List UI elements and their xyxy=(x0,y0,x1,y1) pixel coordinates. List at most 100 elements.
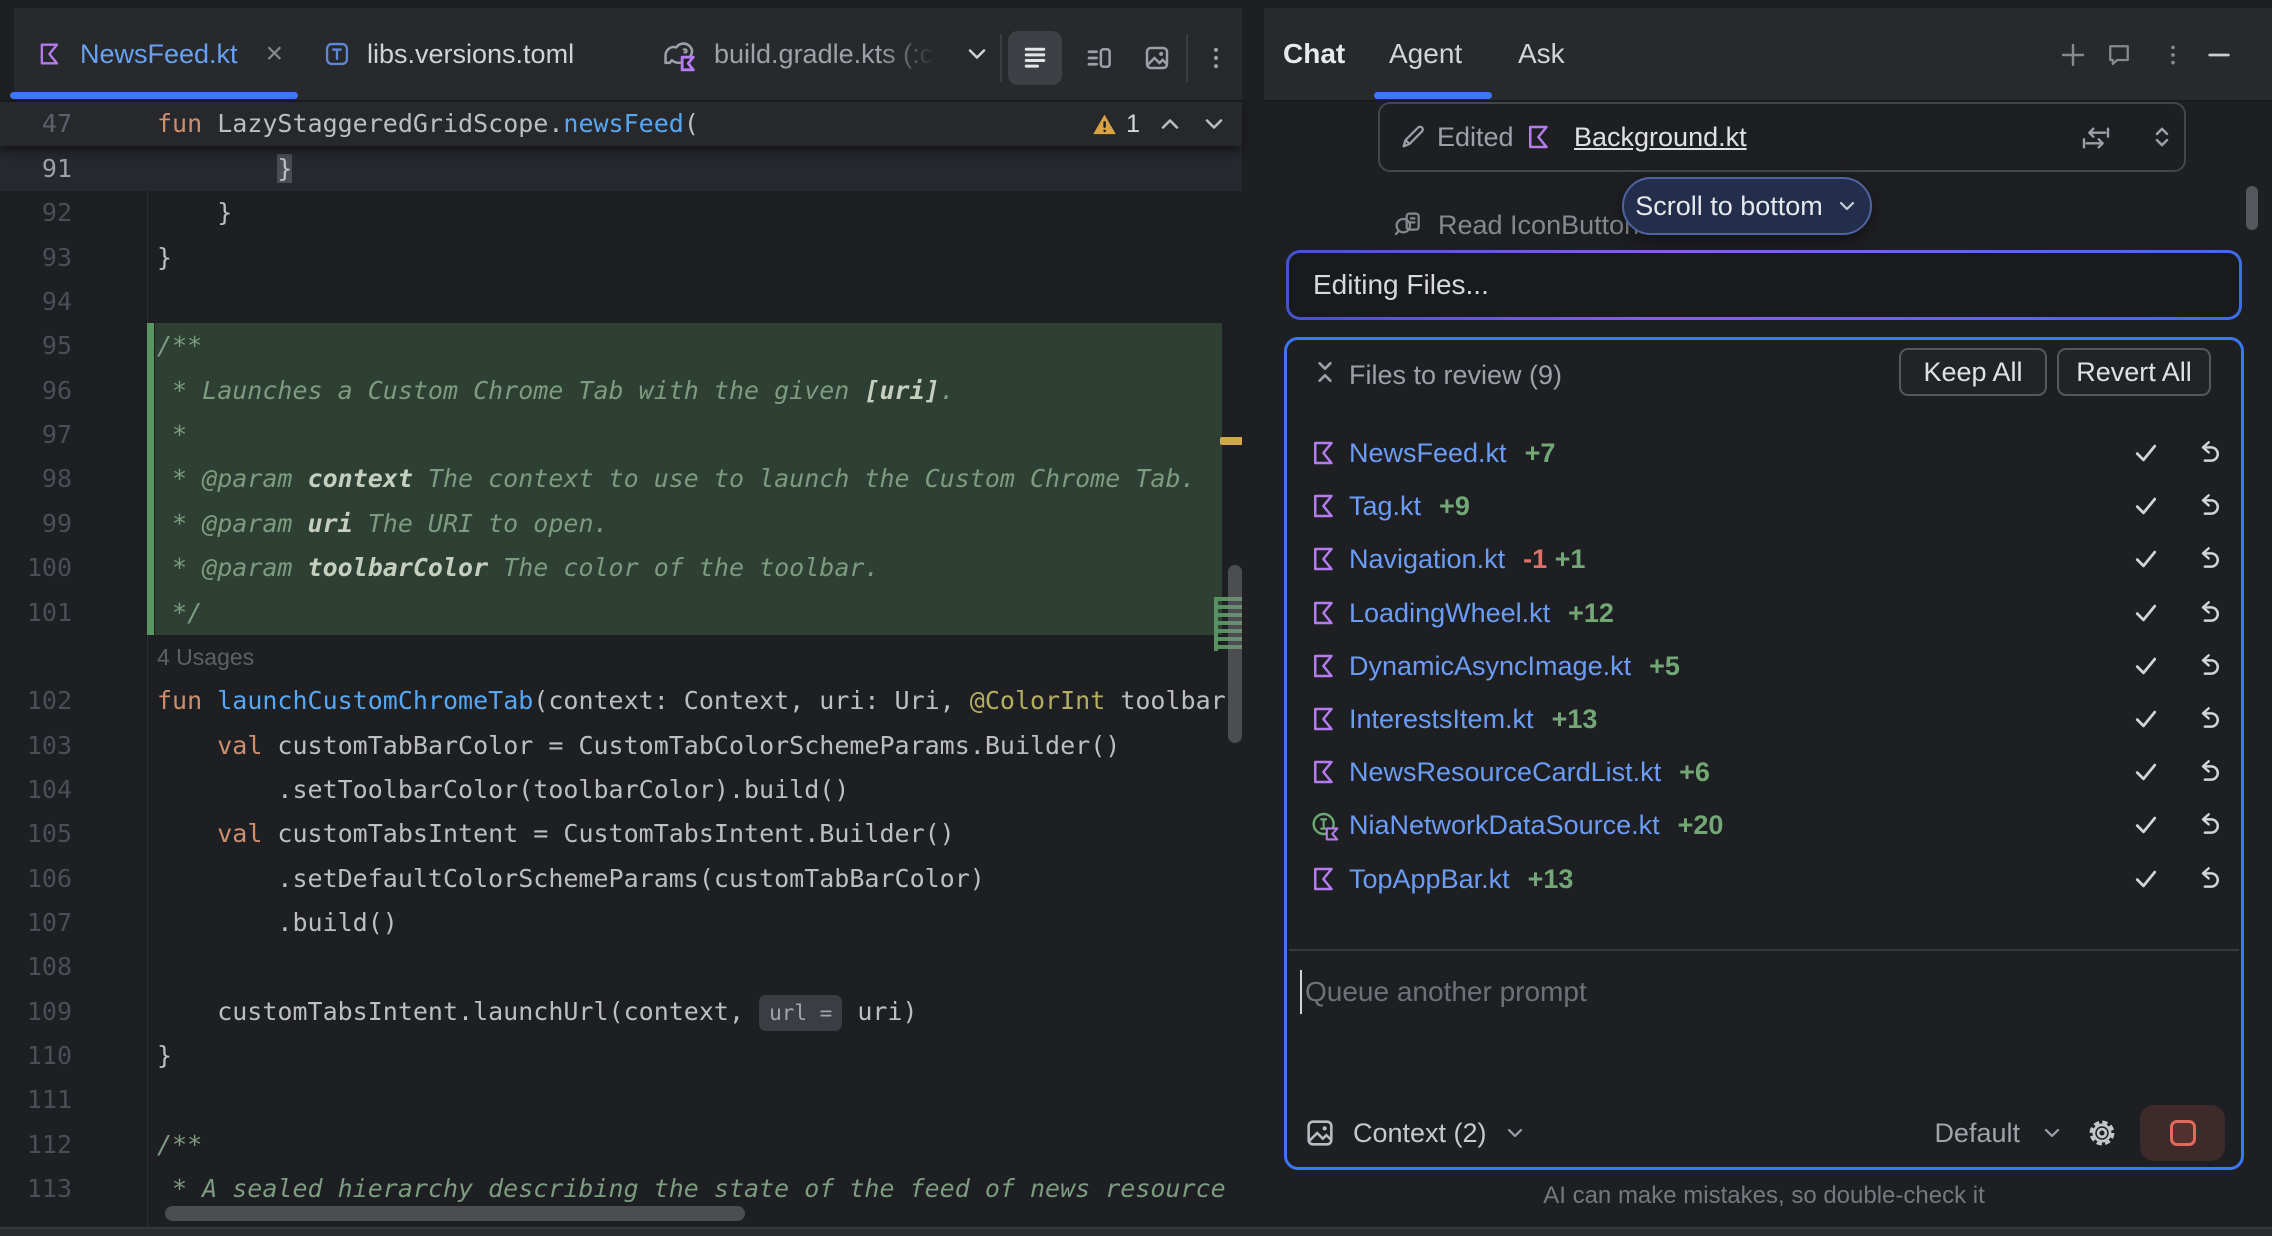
kotlin-file-icon xyxy=(1309,491,1339,521)
view-mode-preview-icon[interactable] xyxy=(1130,31,1184,85)
tab-newsfeed[interactable]: NewsFeed.kt × xyxy=(36,8,283,100)
file-link[interactable]: TopAppBar.kt xyxy=(1349,853,1510,906)
expand-collapse-icon[interactable] xyxy=(2147,122,2177,152)
chat-more-menu-icon[interactable] xyxy=(2160,38,2186,72)
view-mode-split-icon[interactable] xyxy=(1072,31,1126,85)
added-line-gutter-mark xyxy=(147,545,154,590)
sticky-function-header[interactable]: 47 fun LazyStaggeredGridScope.newsFeed( … xyxy=(0,102,1242,146)
file-link[interactable]: DynamicAsyncImage.kt xyxy=(1349,640,1631,693)
chat-scrollbar[interactable] xyxy=(2246,186,2258,230)
tab-libs-versions[interactable]: libs.versions.toml xyxy=(323,8,574,100)
warning-icon xyxy=(1091,111,1118,138)
attach-image-icon[interactable] xyxy=(1303,1116,1337,1150)
keep-file-button[interactable] xyxy=(2131,598,2161,628)
kotlin-file-icon xyxy=(1309,704,1339,734)
added-line-gutter-mark xyxy=(147,456,154,501)
editor-tab-bar: NewsFeed.kt × libs.versions.toml build.g… xyxy=(0,8,1242,102)
file-review-row[interactable]: InterestsItem.kt +13 xyxy=(1287,693,2241,746)
file-review-row[interactable]: TopAppBar.kt+13 xyxy=(1287,853,2241,906)
file-review-row[interactable]: LoadingWheel.kt+12 xyxy=(1287,587,2241,640)
chevron-down-icon[interactable] xyxy=(963,40,991,68)
prompt-input[interactable]: Queue another prompt xyxy=(1305,976,1587,1008)
keep-file-button[interactable] xyxy=(2131,438,2161,468)
file-review-row[interactable]: DynamicAsyncImage.kt +5 xyxy=(1287,640,2241,693)
keep-file-button[interactable] xyxy=(2131,491,2161,521)
revert-file-button[interactable] xyxy=(2193,651,2223,681)
kotlin-file-icon xyxy=(36,40,64,68)
active-tab-underline xyxy=(10,92,298,99)
settings-gear-icon[interactable] xyxy=(2084,1115,2120,1151)
editor-horizontal-scrollbar[interactable] xyxy=(165,1206,745,1221)
file-review-row[interactable]: NewsFeed.kt+7 xyxy=(1287,427,2241,480)
line-number: 112 xyxy=(0,1122,72,1167)
tab-build-gradle[interactable]: build.gradle.kts (:c xyxy=(660,8,991,100)
diff-stats: +13 xyxy=(1552,693,1598,746)
keep-file-button[interactable] xyxy=(2131,810,2161,840)
keep-file-button[interactable] xyxy=(2131,757,2161,787)
file-link[interactable]: NiaNetworkDataSource.kt xyxy=(1349,799,1660,852)
gradle-file-icon xyxy=(660,35,698,73)
file-link[interactable]: Tag.kt xyxy=(1349,480,1421,533)
keep-file-button[interactable] xyxy=(2131,704,2161,734)
new-chat-icon[interactable] xyxy=(2056,38,2090,72)
collapse-icon[interactable] xyxy=(1309,356,1341,388)
scroll-to-bottom-button[interactable]: Scroll to bottom xyxy=(1622,177,1872,235)
revert-file-button[interactable] xyxy=(2193,438,2223,468)
edited-file-link[interactable]: Background.kt xyxy=(1574,104,1747,170)
diff-icon[interactable] xyxy=(2080,122,2112,154)
tab-chat[interactable]: Chat xyxy=(1283,8,1345,100)
editor-chat-splitter[interactable] xyxy=(1242,8,1264,1236)
file-link[interactable]: NewsFeed.kt xyxy=(1349,427,1507,480)
file-link[interactable]: Navigation.kt xyxy=(1349,533,1505,586)
file-review-row[interactable]: Tag.kt+9 xyxy=(1287,480,2241,533)
code-line: 97 * xyxy=(0,412,1242,457)
warning-badge[interactable]: 1 xyxy=(1091,110,1140,139)
revert-file-button[interactable] xyxy=(2193,810,2223,840)
file-link[interactable]: LoadingWheel.kt xyxy=(1349,587,1550,640)
code-line: 103 val customTabBarColor = CustomTabCol… xyxy=(0,723,1242,768)
keep-file-button[interactable] xyxy=(2131,864,2161,894)
file-review-row[interactable]: Navigation.kt-1 +1 xyxy=(1287,533,2241,586)
keep-file-button[interactable] xyxy=(2131,544,2161,574)
chat-panel-header: Chat Agent Ask xyxy=(1264,8,2272,102)
model-selector[interactable]: Default xyxy=(1934,1118,2020,1149)
keep-all-button[interactable]: Keep All xyxy=(1899,348,2047,396)
revert-file-button[interactable] xyxy=(2193,491,2223,521)
file-link[interactable]: NewsResourceCardList.kt xyxy=(1349,746,1661,799)
previous-issue-icon[interactable] xyxy=(1156,110,1184,138)
code-line: 95/** xyxy=(0,323,1242,368)
tab-ask[interactable]: Ask xyxy=(1518,8,1565,100)
keep-file-button[interactable] xyxy=(2131,651,2161,681)
line-number: 91 xyxy=(0,146,72,191)
chat-history-icon[interactable] xyxy=(2102,38,2136,72)
file-review-row[interactable]: NiaNetworkDataSource.kt+20 xyxy=(1287,799,2241,852)
view-mode-text-icon[interactable] xyxy=(1008,31,1062,85)
close-icon[interactable]: × xyxy=(266,37,284,71)
revert-file-button[interactable] xyxy=(2193,757,2223,787)
revert-file-button[interactable] xyxy=(2193,704,2223,734)
read-status-text: Read IconButton. xyxy=(1438,210,1647,241)
edited-file-card[interactable]: Edited Background.kt xyxy=(1378,102,2186,172)
line-number: 111 xyxy=(0,1077,72,1122)
stop-icon xyxy=(2170,1120,2196,1146)
hide-panel-icon[interactable] xyxy=(2202,38,2236,72)
revert-all-button[interactable]: Revert All xyxy=(2057,348,2211,396)
diff-stats: +5 xyxy=(1649,640,1680,693)
revert-file-button[interactable] xyxy=(2193,864,2223,894)
tab-agent[interactable]: Agent xyxy=(1389,8,1462,100)
next-issue-icon[interactable] xyxy=(1200,110,1228,138)
code-editor[interactable]: 91 }92 }93}9495/**96 * Launches a Custom… xyxy=(0,102,1242,1236)
revert-file-button[interactable] xyxy=(2193,544,2223,574)
context-button[interactable]: Context (2) xyxy=(1353,1118,1487,1149)
revert-file-button[interactable] xyxy=(2193,598,2223,628)
code-line: 99 * @param uri The URI to open. xyxy=(0,501,1242,546)
warning-stripe-mark[interactable] xyxy=(1220,437,1242,445)
stop-button[interactable] xyxy=(2140,1105,2225,1161)
interface-kotlin-icon xyxy=(1309,810,1341,842)
line-number: 110 xyxy=(0,1033,72,1078)
file-review-row[interactable]: NewsResourceCardList.kt+6 xyxy=(1287,746,2241,799)
editor-vertical-scrollbar[interactable] xyxy=(1228,565,1242,743)
file-link[interactable]: InterestsItem.kt xyxy=(1349,693,1534,746)
editor-more-menu-icon[interactable] xyxy=(1196,31,1236,85)
line-number: 104 xyxy=(0,767,72,812)
